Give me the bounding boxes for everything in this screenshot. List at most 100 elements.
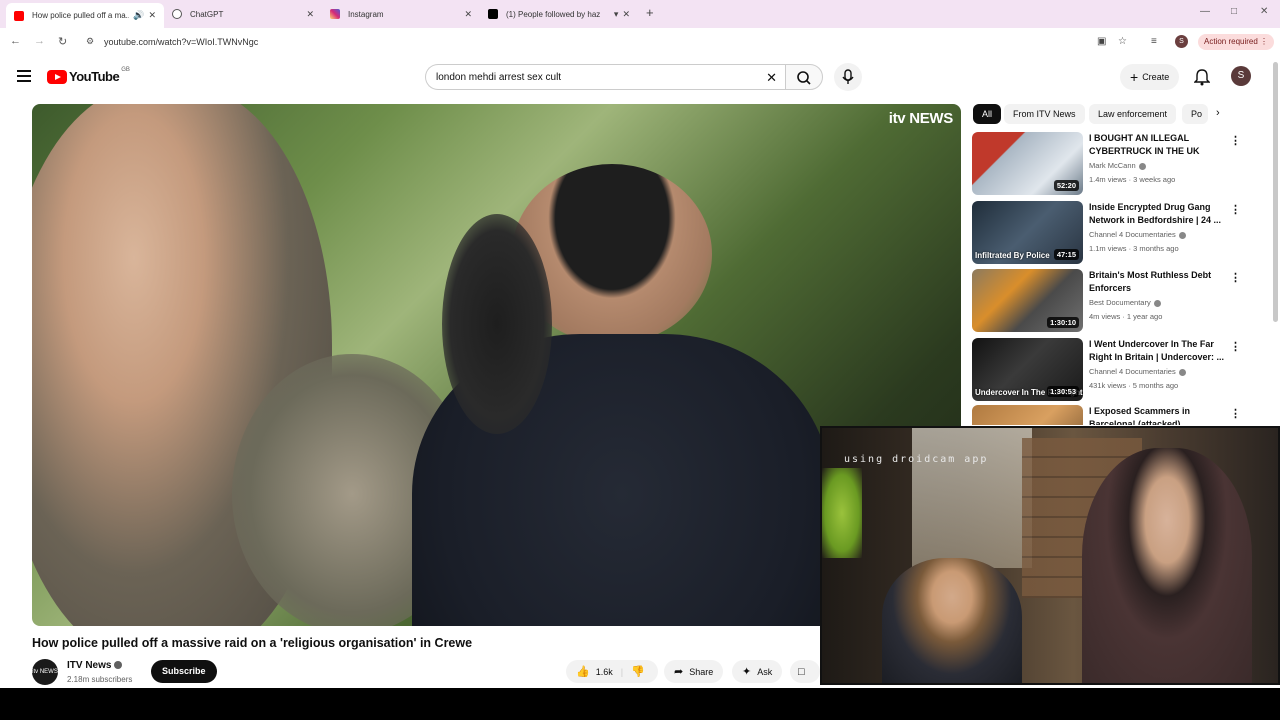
video-duration: 52:20 [1053, 180, 1079, 191]
browser-menu-icon[interactable]: ⋮ [1260, 37, 1268, 46]
tab-chatgpt[interactable]: ChatGPT ✕ [164, 3, 322, 25]
channel-name[interactable]: ITV News [67, 660, 111, 671]
recommended-channel[interactable]: Channel 4 Documentaries [1089, 367, 1176, 376]
site-info-icon[interactable]: ⚙ [86, 36, 94, 47]
channel-avatar[interactable]: itv NEWS [32, 659, 58, 685]
recommended-channel[interactable]: Best Documentary [1089, 298, 1151, 307]
bookmark-icon: □ [798, 665, 805, 678]
recommended-video[interactable]: Infiltrated By Police 47:15 Inside Encry… [972, 201, 1252, 264]
recommended-title[interactable]: Britain's Most Ruthless Debt Enforcers [1089, 269, 1225, 295]
video-thumbnail[interactable] [972, 405, 1083, 425]
more-options-icon[interactable]: ⋮ [1230, 271, 1241, 284]
new-tab-icon[interactable]: + [646, 5, 654, 20]
recommended-title[interactable]: I BOUGHT AN ILLEGAL CYBERTRUCK IN THE UK [1089, 132, 1225, 158]
recommended-title[interactable]: I Went Undercover In The Far Right In Br… [1089, 338, 1225, 364]
sparkle-icon: ✦ [742, 666, 752, 678]
like-count[interactable]: 1.6k [596, 667, 613, 677]
create-label: Create [1142, 72, 1170, 82]
video-duration: 1:30:53 [1047, 386, 1079, 397]
more-options-icon[interactable]: ⋮ [1230, 407, 1241, 420]
search-box[interactable]: london mehdi arrest sex cult ✕ [425, 64, 785, 90]
search-button[interactable] [785, 64, 823, 90]
tab-x[interactable]: (1) People followed by haz ▾ ✕ [480, 3, 638, 25]
account-avatar[interactable]: S [1231, 66, 1251, 86]
address-bar[interactable]: ⚙ youtube.com/watch?v=WIoI.TWNvNgc [80, 31, 1140, 53]
hamburger-menu-icon[interactable] [17, 70, 31, 82]
recommended-title[interactable]: Inside Encrypted Drug Gang Network in Be… [1089, 201, 1225, 227]
tab-instagram[interactable]: Instagram ✕ [322, 3, 480, 25]
verified-badge-icon [1178, 231, 1186, 239]
channel-name-row[interactable]: ITV News [67, 660, 123, 671]
minimize-icon[interactable]: — [1200, 6, 1210, 17]
more-options-icon[interactable]: ⋮ [1230, 134, 1241, 147]
browser-profile-avatar[interactable]: S [1175, 35, 1188, 48]
recommended-video[interactable]: 52:20 I BOUGHT AN ILLEGAL CYBERTRUCK IN … [972, 132, 1252, 195]
recommended-channel[interactable]: Channel 4 Documentaries [1089, 230, 1176, 239]
webcam-overlay: using droidcam app [820, 426, 1280, 685]
ask-label: Ask [757, 666, 773, 677]
create-button[interactable]: + Create [1120, 64, 1180, 90]
video-thumbnail[interactable]: 1:30:10 [972, 269, 1083, 332]
save-button[interactable]: □ [790, 660, 820, 683]
chip-from-itv-news[interactable]: From ITV News [1004, 104, 1085, 124]
subscribe-button[interactable]: Subscribe [151, 660, 217, 683]
tab-title: ChatGPT [190, 9, 224, 19]
video-title: How police pulled off a massive raid on … [32, 636, 473, 650]
search-input[interactable]: london mehdi arrest sex cult [436, 72, 561, 83]
chip-all[interactable]: All [973, 104, 1002, 124]
video-thumbnail[interactable]: Undercover In The Far Right 1:30:53 [972, 338, 1083, 401]
close-tab-icon[interactable]: ✕ [622, 9, 630, 20]
video-duration: 1:30:10 [1047, 317, 1079, 328]
youtube-header: YouTube GB london mehdi arrest sex cult … [0, 58, 1280, 98]
like-dislike-group: 👍 1.6k | 👎 [566, 660, 658, 683]
recommended-meta: 431k views · 5 months ago [1089, 381, 1179, 390]
close-tab-icon[interactable]: ✕ [464, 9, 472, 20]
clear-search-icon[interactable]: ✕ [766, 70, 777, 86]
recommended-channel-row: Best Documentary [1089, 298, 1161, 307]
video-thumbnail[interactable]: Infiltrated By Police 47:15 [972, 201, 1083, 264]
chevron-right-icon[interactable]: › [1216, 107, 1220, 119]
maximize-icon[interactable]: □ [1231, 6, 1237, 17]
browser-tab-strip: How police pulled off a ma... 🔊 ✕ ChatGP… [0, 0, 1280, 28]
ask-button[interactable]: ✦ Ask [732, 660, 783, 683]
recommended-channel[interactable]: Mark McCann [1089, 161, 1136, 170]
chatgpt-favicon-icon [172, 9, 182, 19]
install-app-icon[interactable]: ▣ [1097, 36, 1106, 47]
recommended-video[interactable]: Undercover In The Far Right 1:30:53 I We… [972, 338, 1252, 401]
tab-audio-icon[interactable]: ▾ [614, 9, 619, 20]
tab-title: (1) People followed by haz [506, 9, 601, 19]
thumbs-up-icon[interactable]: 👍 [576, 665, 590, 678]
close-tab-icon[interactable]: ✕ [148, 10, 156, 21]
video-thumbnail[interactable]: 52:20 [972, 132, 1083, 195]
chip-law-enforcement[interactable]: Law enforcement [1089, 104, 1177, 124]
bookmark-star-icon[interactable]: ☆ [1118, 36, 1127, 47]
webcam-person-right [1082, 448, 1252, 683]
recommended-video[interactable]: 1:30:10 Britain's Most Ruthless Debt Enf… [972, 269, 1252, 332]
reload-icon[interactable]: ↻ [58, 35, 67, 48]
more-options-icon[interactable]: ⋮ [1230, 203, 1241, 216]
share-icon: ➦ [674, 666, 684, 678]
action-required-button[interactable]: Action required ⋮ [1198, 34, 1275, 50]
youtube-logo[interactable]: YouTube GB [47, 67, 130, 84]
recommended-video[interactable]: I Exposed Scammers in Barcelona! (attack… [972, 405, 1252, 425]
notifications-bell-icon[interactable] [1194, 68, 1210, 86]
voice-search-button[interactable] [834, 63, 862, 91]
chip-partial[interactable]: Po [1182, 104, 1208, 124]
forward-icon[interactable]: → [34, 35, 45, 47]
video-frame-person-background [442, 214, 552, 434]
verified-badge-icon [1153, 299, 1161, 307]
recommended-meta: 1.4m views · 3 weeks ago [1089, 175, 1176, 184]
youtube-wordmark: YouTube [69, 69, 120, 84]
back-icon[interactable]: ← [10, 35, 21, 47]
speaker-icon[interactable]: 🔊 [133, 10, 144, 21]
reading-list-icon[interactable]: ≡ [1151, 36, 1157, 47]
recommended-title[interactable]: I Exposed Scammers in Barcelona! (attack… [1089, 405, 1225, 425]
close-window-icon[interactable]: ✕ [1260, 6, 1268, 17]
tab-youtube[interactable]: How police pulled off a ma... 🔊 ✕ [6, 3, 164, 28]
more-options-icon[interactable]: ⋮ [1230, 340, 1241, 353]
share-button[interactable]: ➦ Share [664, 660, 724, 683]
page-scrollbar[interactable] [1273, 62, 1278, 322]
x-favicon-icon [488, 9, 498, 19]
close-tab-icon[interactable]: ✕ [306, 9, 314, 20]
thumbs-down-icon[interactable]: 👎 [631, 665, 645, 678]
